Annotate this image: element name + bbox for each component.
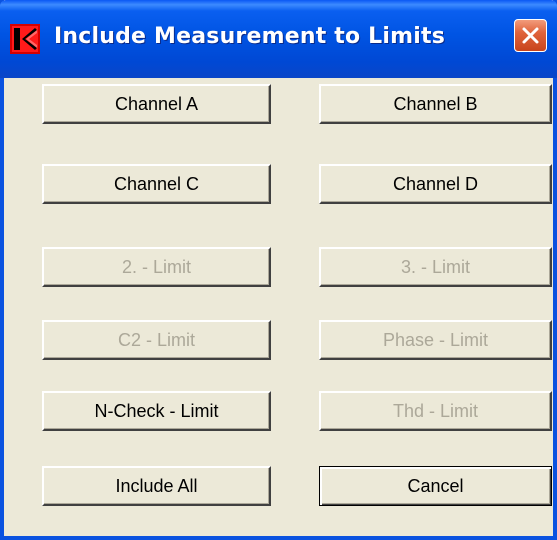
thd-limit-button[interactable]: Thd - Limit: [319, 391, 552, 431]
dialog-window: Include Measurement to Limits Channel A …: [0, 0, 557, 540]
limit-3-button[interactable]: 3. - Limit: [319, 247, 552, 287]
close-button[interactable]: [514, 19, 547, 52]
title-bar[interactable]: Include Measurement to Limits: [0, 0, 557, 78]
channel-a-button[interactable]: Channel A: [42, 84, 271, 124]
limit-2-button[interactable]: 2. - Limit: [42, 247, 271, 287]
close-icon: [522, 27, 539, 44]
n-check-limit-button[interactable]: N-Check - Limit: [42, 391, 271, 431]
cancel-button[interactable]: Cancel: [319, 466, 552, 506]
channel-c-button[interactable]: Channel C: [42, 164, 271, 204]
window-title: Include Measurement to Limits: [54, 24, 446, 49]
c2-limit-button[interactable]: C2 - Limit: [42, 320, 271, 360]
channel-b-button[interactable]: Channel B: [319, 84, 552, 124]
channel-d-button[interactable]: Channel D: [319, 164, 552, 204]
include-all-button[interactable]: Include All: [42, 466, 271, 506]
phase-limit-button[interactable]: Phase - Limit: [319, 320, 552, 360]
app-logo-icon: [10, 24, 40, 54]
